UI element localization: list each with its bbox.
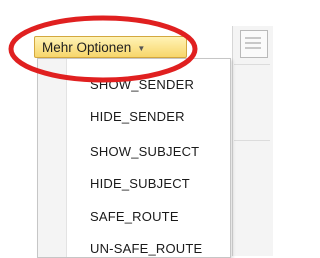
menu-item-safe-route[interactable]: SAFE_ROUTE [90,209,179,224]
menu-item-hide-subject[interactable]: HIDE_SUBJECT [90,176,190,191]
triangle-down-icon: ▼ [137,43,146,53]
more-options-label: Mehr Optionen [42,39,132,55]
document-icon [240,30,268,58]
menu-item-show-subject[interactable]: SHOW_SUBJECT [90,144,199,159]
menu-item-show-sender[interactable]: SHOW_SENDER [90,77,194,92]
background-panel [232,26,273,256]
background-divider [234,64,270,65]
background-divider [234,140,270,141]
menu-item-hide-sender[interactable]: HIDE_SENDER [90,109,185,124]
more-options-button[interactable]: Mehr Optionen ▼ [34,36,187,58]
menu-icon-gutter [38,59,67,257]
options-dropdown-menu: SHOW_SENDER HIDE_SENDER SHOW_SUBJECT HID… [37,58,231,258]
